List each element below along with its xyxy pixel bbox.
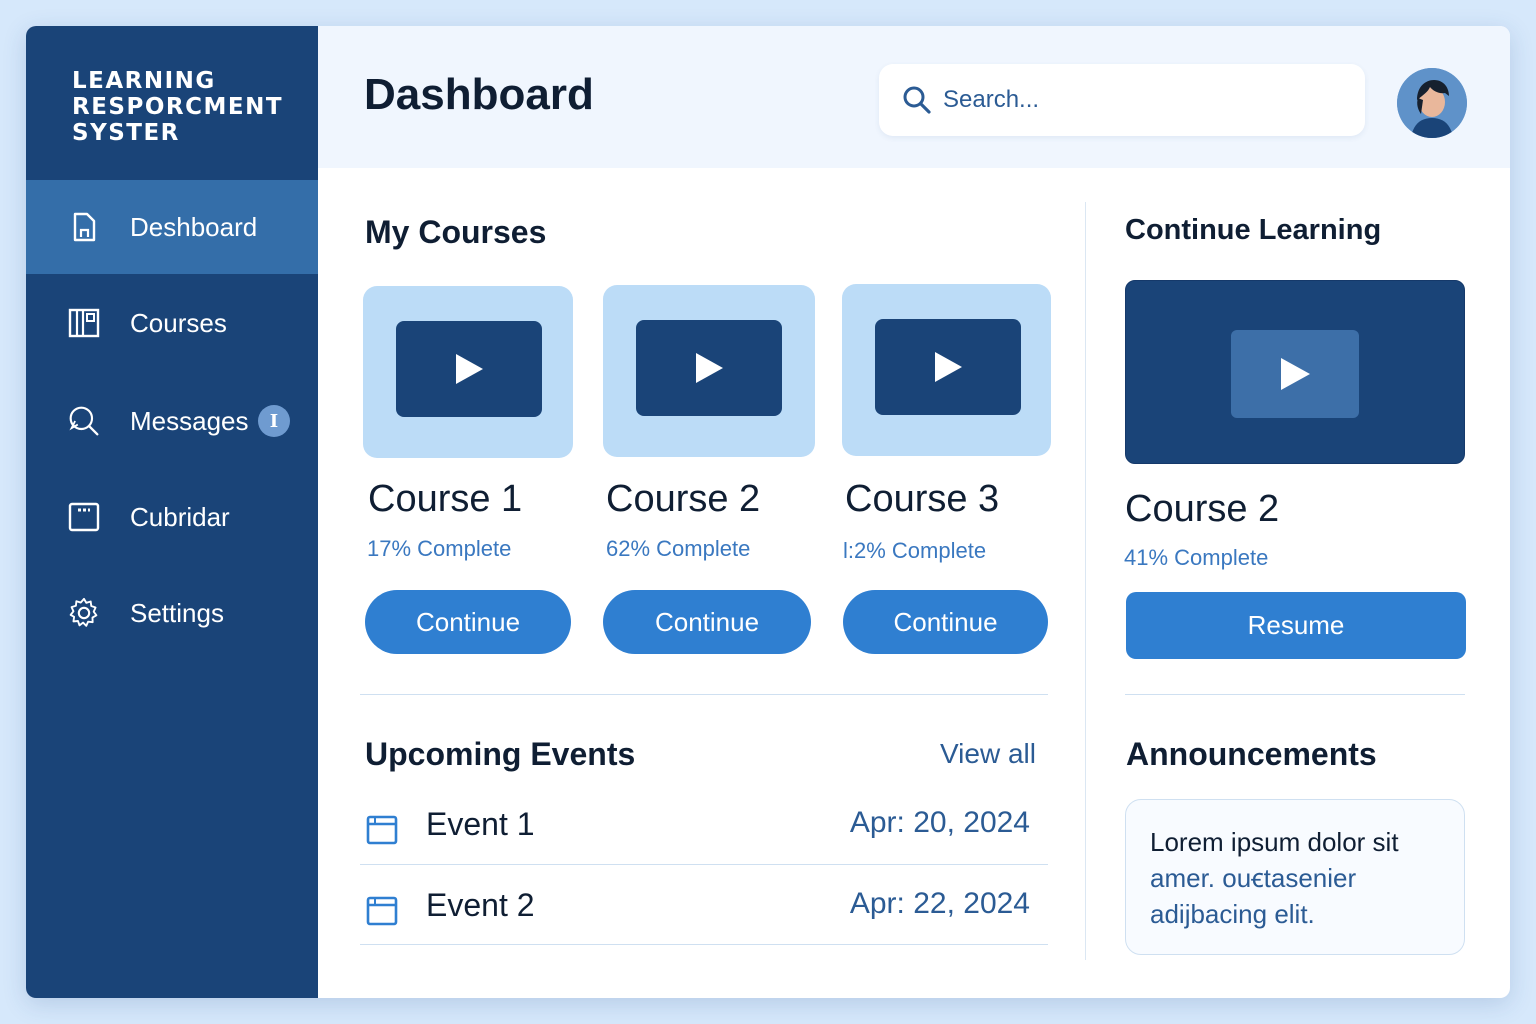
brand-line-1: LEARNING: [72, 68, 216, 94]
announcement-card: Lorem ipsum dolor sit amer. ouꞓtasenier …: [1125, 799, 1465, 955]
sidebar-item-calendar[interactable]: Cubridar: [26, 470, 318, 564]
event-name: Event 1: [426, 806, 535, 842]
avatar[interactable]: [1397, 68, 1467, 138]
course-3-continue-button[interactable]: Continue: [843, 590, 1048, 654]
continue-learning-title: Continue Learning: [1125, 214, 1382, 246]
course-3-progress: l:2% Complete: [843, 538, 987, 563]
courses-grid-icon: [68, 307, 100, 339]
play-icon: [935, 352, 962, 382]
section-divider: [360, 694, 1048, 695]
play-icon: [1281, 358, 1310, 390]
course-1-name: Course 1: [368, 478, 523, 520]
brand-line-3: SYSTER: [72, 120, 180, 146]
messages-badge: I: [258, 405, 290, 437]
course-3-thumbnail[interactable]: [842, 284, 1051, 456]
video-player-frame: [396, 321, 542, 417]
event-row[interactable]: Event 1 Apr: 20, 2024: [362, 790, 1046, 870]
row-divider: [360, 944, 1048, 945]
announcement-text-line-1: Lorem ipsum dolor sit: [1150, 827, 1399, 857]
course-2-name: Course 2: [606, 478, 761, 520]
play-icon: [696, 353, 723, 383]
gear-icon: [68, 597, 100, 629]
sidebar-item-courses[interactable]: Courses: [26, 276, 318, 370]
sidebar-item-label: Settings: [130, 597, 224, 628]
upcoming-events-title: Upcoming Events: [365, 736, 636, 772]
video-player-frame: [1231, 330, 1359, 418]
sidebar-item-label: Deshboard: [130, 211, 258, 242]
event-date: Apr: 22, 2024: [849, 887, 1030, 920]
column-divider: [1085, 202, 1086, 960]
brand-logo-text: LEARNING RESPORCMENT SYSTER: [72, 68, 302, 146]
calendar-icon: [366, 814, 398, 846]
view-all-events-link[interactable]: View all: [940, 738, 1036, 770]
brand-line-2: RESPORCMENT: [72, 94, 284, 120]
course-2-thumbnail[interactable]: [603, 285, 815, 457]
sidebar-item-label: Cubridar: [130, 501, 230, 532]
my-courses-title: My Courses: [365, 214, 547, 250]
top-header: Dashboard: [318, 26, 1510, 168]
continue-course-name: Course 2: [1125, 488, 1280, 530]
sidebar-item-dashboard[interactable]: Deshboard: [26, 180, 318, 274]
course-1-continue-button[interactable]: Continue: [365, 590, 571, 654]
sidebar-item-messages[interactable]: Messages I: [26, 374, 318, 468]
sidebar-item-settings[interactable]: Settings: [26, 566, 318, 660]
row-divider: [360, 864, 1048, 865]
announcements-title: Announcements: [1126, 736, 1377, 772]
search-icon: [901, 84, 933, 116]
search-bar[interactable]: [879, 64, 1365, 136]
continue-course-progress: 41% Complete: [1124, 545, 1269, 570]
event-date: Apr: 20, 2024: [849, 806, 1030, 839]
course-1-thumbnail[interactable]: [363, 286, 573, 458]
video-player-frame: [875, 319, 1021, 415]
search-input[interactable]: [943, 84, 1343, 116]
sidebar: LEARNING RESPORCMENT SYSTER Deshboard Co…: [26, 26, 318, 998]
course-2-continue-button[interactable]: Continue: [603, 590, 811, 654]
course-1-progress: 17% Complete: [367, 536, 512, 561]
calendar-icon: [68, 501, 100, 533]
video-player-frame: [636, 320, 782, 416]
calendar-icon: [366, 895, 398, 927]
event-name: Event 2: [426, 887, 535, 923]
section-divider: [1125, 694, 1465, 695]
document-icon: [68, 211, 100, 243]
course-3-name: Course 3: [845, 478, 1000, 520]
event-row[interactable]: Event 2 Apr: 22, 2024: [362, 871, 1046, 951]
course-2-progress: 62% Complete: [606, 536, 751, 561]
play-icon: [456, 354, 483, 384]
page-title: Dashboard: [364, 70, 594, 119]
resume-button[interactable]: Resume: [1126, 592, 1466, 659]
announcement-text-line-2: amer. ouꞓtasenier: [1150, 863, 1357, 893]
app-window: LEARNING RESPORCMENT SYSTER Deshboard Co…: [26, 26, 1510, 998]
sidebar-item-label: Courses: [130, 307, 227, 338]
sidebar-item-label: Messages: [130, 405, 249, 436]
continue-learning-video[interactable]: [1125, 280, 1465, 464]
message-search-icon: [68, 405, 100, 437]
announcement-text-line-3: adijbacing elit.: [1150, 899, 1315, 929]
